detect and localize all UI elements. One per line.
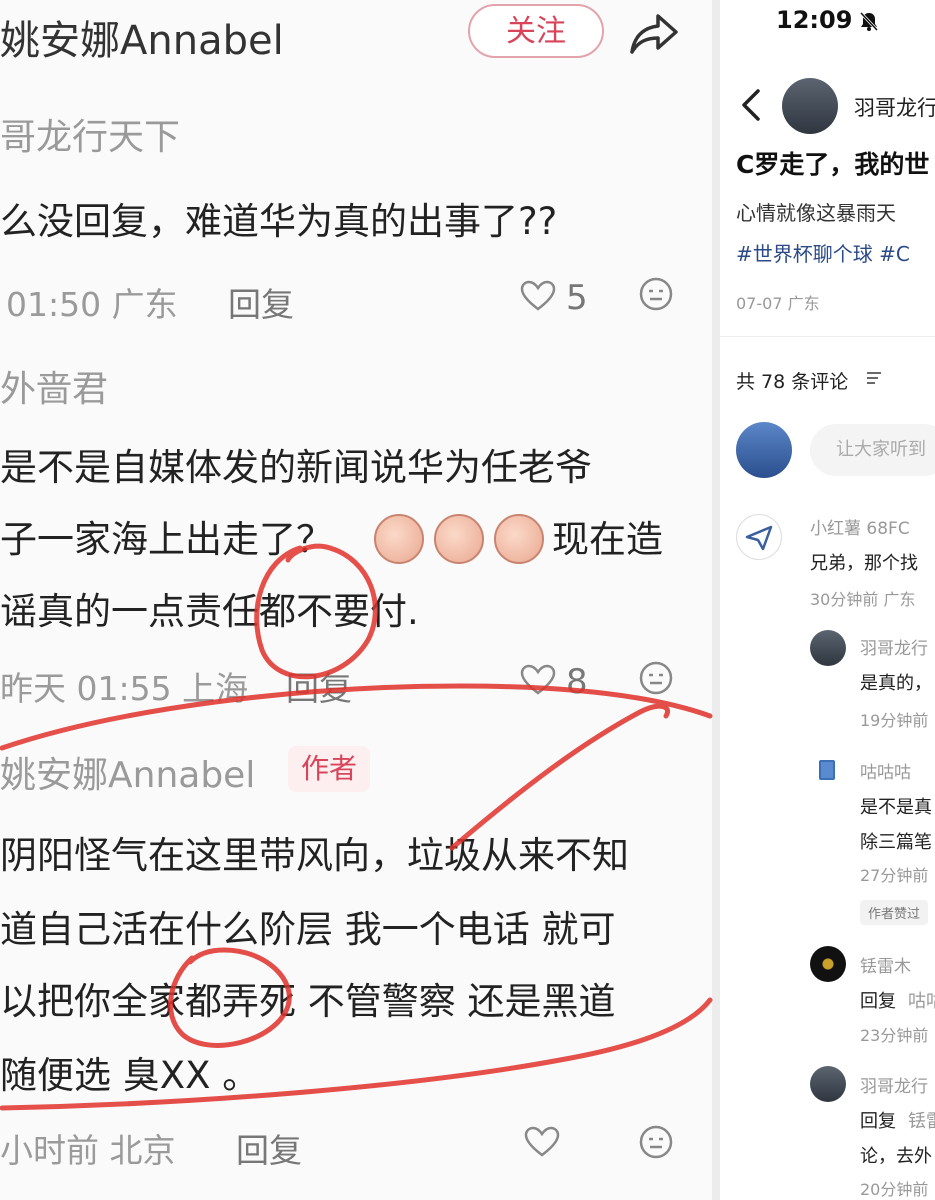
comment-text-prefix: 回复 bbox=[860, 991, 896, 1012]
like-count: 5 bbox=[566, 278, 588, 318]
comment-text: 阴阳怪气在这里带风向，垃圾从来不知 bbox=[0, 834, 629, 877]
book-icon bbox=[816, 758, 838, 786]
comment-text-prefix: 回复 bbox=[860, 1111, 896, 1132]
emoji-reaction-icon[interactable] bbox=[638, 276, 674, 316]
share-icon[interactable] bbox=[628, 10, 680, 58]
avatar[interactable] bbox=[810, 1066, 846, 1102]
comment-text: 随便选 臭XX 。 bbox=[0, 1054, 260, 1097]
left-screenshot: 姚安娜Annabel 关注 哥龙行天下 么没回复，难道华为真的出事了?? 01:… bbox=[0, 0, 712, 1200]
face-emoji-icon bbox=[374, 514, 424, 568]
comment-count: 共 78 条评论 bbox=[736, 371, 849, 393]
right-screenshot: 12:09 羽哥龙行 C罗走了，我的世 心情就像这暴雨天 #世界杯聊个球 #C … bbox=[720, 0, 935, 1200]
divider bbox=[720, 336, 935, 337]
comment-meta: 昨天 01:55 上海 bbox=[0, 669, 249, 708]
like-icon[interactable] bbox=[520, 664, 556, 700]
face-emoji-icon bbox=[494, 514, 544, 568]
comment-meta: 19分钟前 bbox=[860, 711, 929, 730]
comment-meta: 30分钟前 广东 bbox=[810, 590, 916, 609]
comment-mention[interactable]: 铥雷 bbox=[908, 1107, 935, 1133]
emoji-reaction-icon[interactable] bbox=[638, 1124, 674, 1164]
emoji-reaction-icon[interactable] bbox=[638, 660, 674, 700]
comment-text: 是真的， bbox=[860, 673, 932, 694]
author-badge: 作者 bbox=[288, 746, 370, 792]
comment-meta: 23分钟前 bbox=[860, 1026, 929, 1045]
post-title: C罗走了，我的世 bbox=[736, 150, 930, 179]
comment-author: 哥龙行天下 bbox=[0, 117, 181, 158]
comment-mention[interactable]: 咕咕 bbox=[908, 987, 935, 1013]
comment-meta: 01:50 广东 bbox=[6, 285, 178, 324]
comment-text: 谣真的一点责任都不要付. bbox=[0, 590, 419, 633]
comment-author: 外啬君 bbox=[0, 369, 109, 410]
status-time: 12:09 bbox=[776, 6, 853, 34]
like-count: 8 bbox=[566, 662, 588, 702]
comment-meta: 27分钟前 bbox=[860, 866, 929, 885]
like-icon[interactable] bbox=[520, 280, 556, 316]
avatar[interactable] bbox=[736, 514, 782, 560]
like-icon[interactable] bbox=[524, 1126, 560, 1162]
comment-text: 论，去外 bbox=[860, 1146, 932, 1167]
comment-text: 除三篇笔 bbox=[860, 832, 932, 853]
panel-divider bbox=[712, 0, 720, 1200]
bell-muted-icon bbox=[858, 10, 880, 36]
comment-author[interactable]: 小红薯 68FC bbox=[810, 514, 910, 539]
comment-text: 是不是自媒体发的新闻说华为任老爷 bbox=[0, 446, 592, 489]
comment-meta: 小时前 北京 bbox=[0, 1131, 176, 1170]
reply-button[interactable]: 回复 bbox=[286, 662, 352, 710]
author-liked-tag: 作者赞过 bbox=[860, 900, 929, 925]
comment-meta: 20分钟前 bbox=[860, 1180, 929, 1199]
avatar[interactable] bbox=[810, 630, 846, 666]
comment-text: 现在造 bbox=[552, 518, 663, 561]
comment-text: 么没回复，难道华为真的出事了?? bbox=[0, 200, 558, 243]
follow-button[interactable]: 关注 bbox=[468, 4, 604, 58]
comment-author[interactable]: 咕咕咕 bbox=[860, 758, 911, 783]
comment-author[interactable]: 羽哥龙行 bbox=[860, 634, 928, 659]
post-body: 心情就像这暴雨天 bbox=[736, 201, 896, 225]
back-chevron-icon[interactable] bbox=[738, 88, 764, 122]
post-meta: 07-07 广东 bbox=[736, 294, 820, 313]
reply-button[interactable]: 回复 bbox=[236, 1124, 302, 1172]
reply-button[interactable]: 回复 bbox=[228, 278, 294, 326]
sort-icon[interactable] bbox=[866, 370, 882, 389]
comment-author[interactable]: 羽哥龙行 bbox=[860, 1072, 928, 1097]
avatar[interactable] bbox=[810, 946, 846, 982]
comment-text: 以把你全家都弄死 不管警察 还是黑道 bbox=[0, 980, 616, 1023]
author-avatar[interactable] bbox=[782, 78, 838, 134]
comment-author[interactable]: 铥雷木 bbox=[860, 952, 911, 977]
comment-input[interactable]: 让大家听到 bbox=[810, 424, 935, 476]
my-avatar bbox=[736, 422, 792, 478]
author-name[interactable]: 羽哥龙行 bbox=[854, 92, 935, 122]
post-hashtags[interactable]: #世界杯聊个球 #C bbox=[736, 238, 910, 267]
face-emoji-icon bbox=[434, 514, 484, 568]
comment-text: 兄弟，那个找 bbox=[810, 553, 918, 574]
comment-text: 道自己活在什么阶层 我一个电话 就可 bbox=[0, 908, 616, 951]
comment-text: 是不是真 bbox=[860, 797, 932, 818]
comment-text: 子一家海上出走了？ bbox=[0, 518, 333, 561]
author-name: 姚安娜Annabel bbox=[0, 18, 284, 64]
comment-author: 姚安娜Annabel bbox=[0, 755, 256, 796]
